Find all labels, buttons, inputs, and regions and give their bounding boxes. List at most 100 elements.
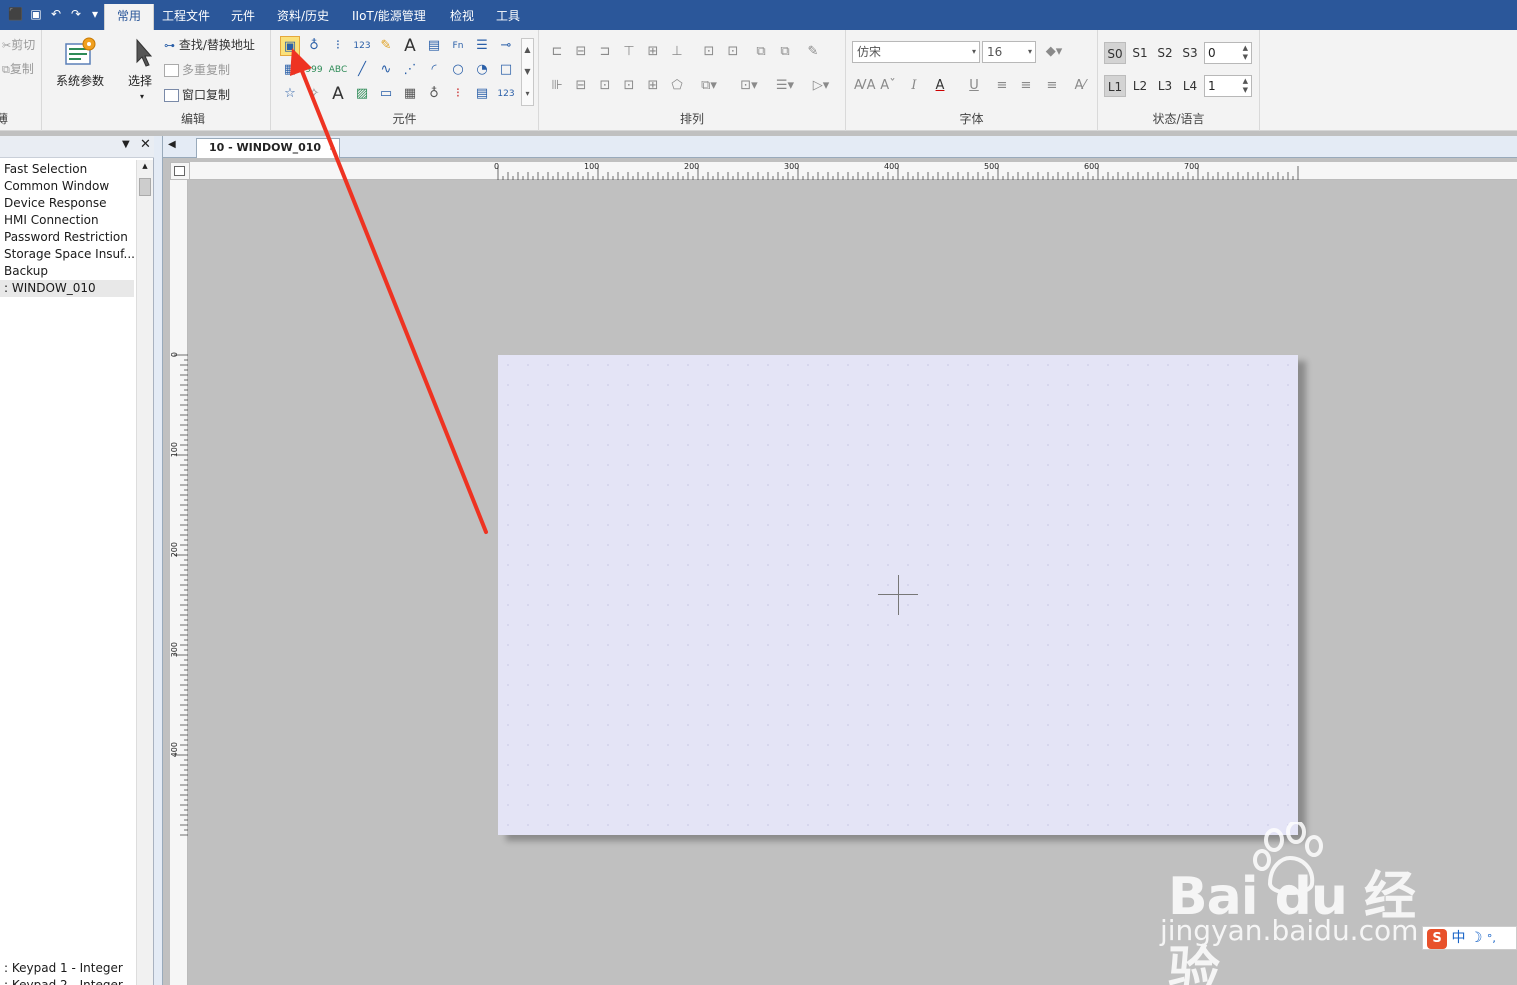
table-tool-icon[interactable]: ☰ <box>472 36 492 56</box>
align-right-icon[interactable]: ⊐ <box>595 42 615 62</box>
tree-item[interactable]: : Keypad 2 - Integer <box>4 977 134 985</box>
moon-icon[interactable]: ☽ <box>1470 930 1483 946</box>
menu-view[interactable]: 检视 <box>446 6 478 26</box>
bit-lamp-tool-icon[interactable]: ▣ <box>280 36 300 56</box>
ime-status-bar[interactable]: S 中 ☽ °, <box>1422 926 1517 950</box>
multi-copy-button[interactable]: 多重复制 <box>164 61 230 79</box>
ime-language[interactable]: 中 <box>1451 930 1465 946</box>
italic-icon[interactable]: I <box>904 76 924 96</box>
rotate-icon[interactable]: ⬠ <box>667 76 687 96</box>
state-s2-button[interactable]: S2 <box>1154 42 1176 64</box>
cut-button[interactable]: ✂剪切 <box>2 36 35 55</box>
system-params-button[interactable]: 系统参数 <box>50 36 110 92</box>
pie-tool-icon[interactable]: ◔ <box>472 60 492 80</box>
lang-l1-button[interactable]: L1 <box>1104 75 1126 97</box>
font-size-select[interactable]: 16 ▾ <box>982 41 1036 63</box>
polyline-tool-icon[interactable]: ∿ <box>376 60 396 80</box>
lang-l3-button[interactable]: L3 <box>1154 75 1176 97</box>
traffic-light-tool-icon[interactable]: ⁝ <box>328 36 348 56</box>
tree-item[interactable]: : Keypad 1 - Integer <box>4 960 134 977</box>
gallery-expand-icon[interactable]: ▾ <box>522 83 533 105</box>
align-text-left-icon[interactable]: ≡ <box>992 76 1012 96</box>
editor-splitter[interactable] <box>154 136 163 985</box>
undo-icon[interactable]: ↶ <box>49 7 63 21</box>
panel-close-icon[interactable]: ✕ <box>140 137 151 152</box>
language-number-input[interactable]: 1 ▲ ▼ <box>1204 75 1252 97</box>
circle-tool-icon[interactable]: ○ <box>448 60 468 80</box>
tree-item[interactable]: Common Window <box>4 178 134 195</box>
align-middle-icon[interactable]: ⊞ <box>643 42 663 62</box>
distribute-h-icon[interactable]: ⊪ <box>547 76 567 96</box>
menu-data-history[interactable]: 资料/历史 <box>273 6 333 26</box>
menu-objects[interactable]: 元件 <box>227 6 259 26</box>
ascii-tool-icon[interactable]: ABC <box>328 60 348 80</box>
numeric-tool-icon[interactable]: 123 <box>352 36 372 56</box>
same-height-icon[interactable]: ⊡ <box>723 42 743 62</box>
align-text-center-icon[interactable]: ≡ <box>1016 76 1036 96</box>
group-icon[interactable]: ⧉ <box>751 42 771 62</box>
layer-order-icon[interactable]: ⧉▾ <box>699 76 719 96</box>
menu-common[interactable]: 常用 <box>104 4 155 30</box>
tab-scroll-left-icon[interactable]: ◀ <box>168 139 176 150</box>
scroll-thumb[interactable] <box>139 178 151 196</box>
center-v-icon[interactable]: ⊡ <box>619 76 639 96</box>
state-s0-button[interactable]: S0 <box>1104 42 1126 64</box>
text-tool-icon[interactable]: A <box>400 36 420 56</box>
tree-item[interactable]: Backup <box>4 263 134 280</box>
state-s1-button[interactable]: S1 <box>1129 42 1151 64</box>
menu-project-file[interactable]: 工程文件 <box>158 6 214 26</box>
grid-tool-icon[interactable]: ▦ <box>400 84 420 104</box>
tree-item[interactable]: HMI Connection <box>4 212 134 229</box>
menu-tools[interactable]: 工具 <box>492 6 524 26</box>
bar-graph-tool-icon[interactable]: ▤ <box>472 84 492 104</box>
panel-menu-dropdown-icon[interactable]: ▼ <box>122 139 130 150</box>
objects-gallery-scroll[interactable]: ▲ ▼ ▾ <box>521 38 534 106</box>
state-spin-icon[interactable]: ▲ ▼ <box>1243 44 1248 62</box>
center-both-icon[interactable]: ⊞ <box>643 76 663 96</box>
align-top-icon[interactable]: ⊤ <box>619 42 639 62</box>
tree-item[interactable]: Password Restriction <box>4 229 134 246</box>
copy-button[interactable]: ⧉复制 <box>2 60 34 79</box>
slider-tool-icon[interactable]: ⊸ <box>496 36 516 56</box>
lang-l4-button[interactable]: L4 <box>1179 75 1201 97</box>
tree-item-current-window[interactable]: : WINDOW_010 <box>0 280 134 297</box>
window-copy-button[interactable]: 窗口复制 <box>164 86 230 104</box>
line-tool-icon[interactable]: ╱ <box>352 60 372 80</box>
star-tool-icon[interactable]: ☆ <box>280 84 300 104</box>
rectangle-tool-icon[interactable]: □ <box>496 60 516 80</box>
node-tool-icon[interactable]: ⋰ <box>400 60 420 80</box>
meter-tool-icon[interactable]: ▤ <box>424 36 444 56</box>
pin-icon[interactable]: ✎ <box>803 42 823 62</box>
counter-tool-icon[interactable]: 999 <box>304 60 324 80</box>
scroll-up-icon[interactable]: ▲ <box>137 160 153 172</box>
shrink-font-icon[interactable]: Aˇ <box>878 76 898 96</box>
underline-icon[interactable]: U <box>964 76 984 96</box>
select-button[interactable]: 选择 ▾ <box>122 36 162 106</box>
window-tool-icon[interactable]: ▦ <box>280 60 300 80</box>
ungroup-icon[interactable]: ⧉ <box>775 42 795 62</box>
wand-tool-icon[interactable]: ✧ <box>304 84 324 104</box>
lightbulb-tool-icon[interactable]: ♁ <box>304 36 324 56</box>
pencil-tool-icon[interactable]: ✎ <box>376 36 396 56</box>
distribute-v-icon[interactable]: ⊟ <box>571 76 591 96</box>
function-key-tool-icon[interactable]: Fn <box>448 36 468 56</box>
punctuation-icon[interactable]: °, <box>1487 932 1496 945</box>
tree-item[interactable]: Fast Selection <box>4 161 134 178</box>
align-center-icon[interactable]: ⊟ <box>571 42 591 62</box>
label-tool-icon[interactable]: A <box>328 84 348 104</box>
numeric-display-tool-icon[interactable]: 123 <box>496 84 516 104</box>
redo-icon[interactable]: ↷ <box>69 7 83 21</box>
center-h-icon[interactable]: ⊡ <box>595 76 615 96</box>
flip-icon[interactable]: ▷▾ <box>811 76 831 96</box>
stack-icon[interactable]: ☰▾ <box>775 76 795 96</box>
text-color-icon[interactable]: A <box>930 76 950 96</box>
tree-item[interactable]: Device Response <box>4 195 134 212</box>
language-spin-icon[interactable]: ▲ ▼ <box>1243 77 1248 95</box>
find-replace-button[interactable]: ⊶ 查找/替换地址 <box>164 36 255 55</box>
bring-forward-icon[interactable]: ⊡▾ <box>739 76 759 96</box>
frame-tool-icon[interactable]: ▭ <box>376 84 396 104</box>
align-left-icon[interactable]: ⊏ <box>547 42 567 62</box>
save-icon[interactable]: ⬛ <box>8 7 23 21</box>
same-width-icon[interactable]: ⊡ <box>699 42 719 62</box>
screen-icon[interactable]: ▣ <box>29 7 43 21</box>
